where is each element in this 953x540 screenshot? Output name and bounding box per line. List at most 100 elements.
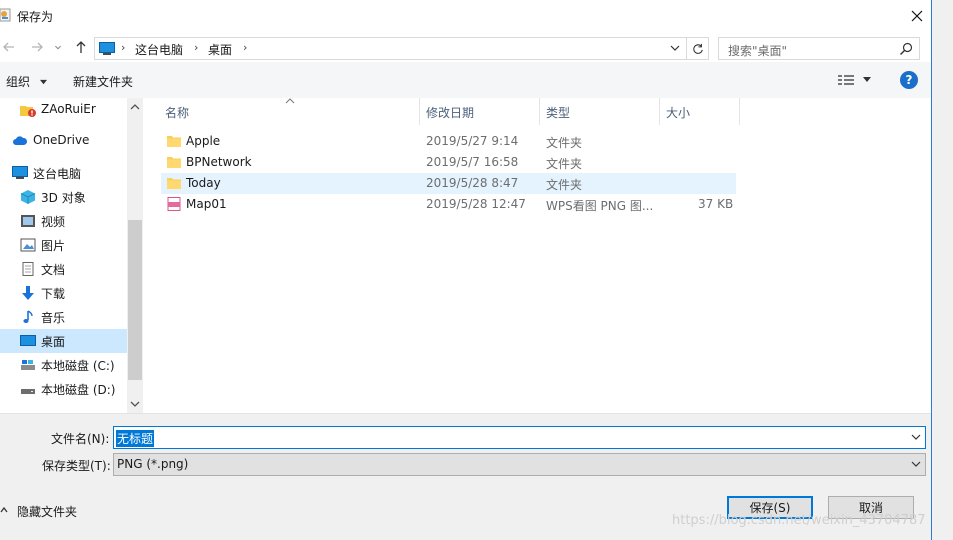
search-icon [900, 42, 913, 55]
chevron-up-icon[interactable] [130, 102, 140, 112]
sidebar-item-pictures[interactable]: 图片 [0, 233, 127, 257]
folder-icon [167, 157, 181, 168]
sidebar-item-onedrive[interactable]: OneDrive [0, 129, 127, 153]
up-button[interactable] [72, 38, 90, 56]
sidebar-item-label: 音乐 [41, 311, 66, 325]
sidebar-item-label: 桌面 [41, 335, 66, 349]
sidebar-item-label: 文档 [41, 263, 66, 277]
user-folder-icon [20, 106, 36, 117]
picture-icon [20, 238, 36, 252]
title-bar: 保存为 [0, 0, 953, 32]
command-bar: 组织 新建文件夹 ? [0, 62, 931, 98]
column-header-label: 修改日期 [426, 106, 475, 120]
column-header-label: 名称 [165, 106, 190, 120]
column-header-label: 类型 [546, 106, 571, 120]
sidebar-item-3d-objects[interactable]: 3D 对象 [0, 185, 127, 209]
sidebar-scrollbar[interactable] [127, 98, 143, 413]
file-name: Today [186, 176, 221, 190]
file-size: 37 KB [698, 197, 734, 211]
view-details-icon[interactable] [838, 74, 854, 86]
filename-input[interactable]: 无标题 [113, 426, 926, 449]
column-header-type[interactable]: 类型 [540, 98, 659, 125]
folder-icon [167, 136, 181, 147]
sidebar-item-label: 本地磁盘 (C:) [41, 359, 115, 373]
column-header-name[interactable]: 名称 [159, 98, 419, 125]
column-header-size[interactable]: 大小 [660, 98, 739, 125]
file-name: Map01 [186, 197, 227, 211]
file-modified: 2019/5/28 8:47 [426, 176, 519, 190]
file-name: BPNetwork [186, 155, 252, 169]
computer-icon [99, 42, 115, 55]
recent-locations-button[interactable] [52, 38, 64, 56]
background-window-edge [931, 0, 953, 540]
sidebar-item-this-pc[interactable]: 这台电脑 [0, 161, 127, 185]
sidebar-item-downloads[interactable]: 下载 [0, 281, 127, 305]
sidebar-item-label: 视频 [41, 215, 66, 229]
sidebar-item-label: 这台电脑 [33, 167, 82, 181]
file-list: 名称 修改日期 类型 大小 Apple 2019/5/27 9:14 文件夹 B… [143, 98, 931, 413]
breadcrumb-this-pc[interactable]: 这台电脑 [135, 41, 183, 58]
file-row[interactable]: BPNetwork 2019/5/7 16:58 文件夹 [161, 152, 736, 173]
column-header-label: 大小 [666, 106, 691, 120]
sidebar-item-label: 本地磁盘 (D:) [41, 383, 116, 397]
sidebar-item-documents[interactable]: 文档 [0, 257, 127, 281]
file-modified: 2019/5/28 12:47 [426, 197, 526, 211]
sidebar-item-label: 3D 对象 [41, 191, 86, 205]
address-bar[interactable]: › 这台电脑 › 桌面 › [94, 37, 687, 60]
sidebar-item-label: 图片 [41, 239, 66, 253]
caret-down-icon [39, 79, 47, 85]
chevron-down-icon[interactable] [670, 42, 680, 54]
chevron-right-icon: › [194, 41, 199, 54]
column-divider[interactable] [739, 98, 740, 125]
chevron-up-icon[interactable] [0, 507, 8, 513]
file-row[interactable]: Apple 2019/5/27 9:14 文件夹 [161, 131, 736, 152]
video-icon [21, 215, 35, 227]
chevron-down-icon[interactable] [911, 433, 921, 441]
chevron-right-icon[interactable]: › [243, 41, 247, 54]
sidebar-item-desktop[interactable]: 桌面 [0, 329, 127, 353]
file-row[interactable]: Today 2019/5/28 8:47 文件夹 [161, 173, 736, 194]
folder-icon [167, 178, 181, 189]
chevron-down-icon [55, 45, 61, 50]
caret-down-icon[interactable] [862, 76, 872, 84]
file-type: 文件夹 [546, 178, 583, 192]
sidebar-item-user[interactable]: ZAoRuiEr [0, 98, 127, 122]
scrollbar-thumb[interactable] [128, 220, 142, 380]
search-input[interactable]: 搜索"桌面" [718, 37, 920, 60]
music-icon [23, 310, 33, 323]
sidebar-item-drive-d[interactable]: 本地磁盘 (D:) [0, 377, 127, 401]
file-type: 文件夹 [546, 136, 583, 150]
hide-folders-button[interactable]: 隐藏文件夹 [17, 503, 77, 520]
breadcrumb-desktop[interactable]: 桌面 [208, 41, 232, 58]
file-name: Apple [186, 134, 221, 148]
arrow-left-icon [3, 42, 14, 52]
filename-value: 无标题 [116, 430, 155, 447]
refresh-button[interactable] [687, 37, 709, 60]
sidebar-item-drive-c[interactable]: 本地磁盘 (C:) [0, 353, 127, 377]
filetype-select[interactable]: PNG (*.png) [113, 453, 926, 476]
watermark-text: https://blog.csdn.net/weixin_43704787 [672, 513, 926, 528]
desktop-icon [20, 335, 36, 346]
file-row[interactable]: Map01 2019/5/28 12:47 WPS看图 PNG 图... 37 … [161, 194, 736, 215]
organize-button[interactable]: 组织 [6, 73, 48, 90]
back-button[interactable] [0, 38, 18, 56]
column-header-modified[interactable]: 修改日期 [420, 98, 539, 125]
forward-button[interactable] [28, 38, 46, 56]
arrow-up-icon [76, 41, 86, 53]
chevron-down-icon [911, 461, 921, 467]
document-icon [22, 262, 34, 276]
navigation-pane: ZAoRuiEr OneDrive 这台电脑 3D 对象 视频 图片 文档 下载… [0, 98, 143, 413]
help-icon[interactable]: ? [900, 71, 918, 89]
chevron-right-icon: › [121, 41, 126, 54]
chevron-down-icon[interactable] [130, 399, 140, 409]
sidebar-item-videos[interactable]: 视频 [0, 209, 127, 233]
sidebar-item-music[interactable]: 音乐 [0, 305, 127, 329]
file-modified: 2019/5/7 16:58 [426, 155, 519, 169]
file-modified: 2019/5/27 9:14 [426, 134, 519, 148]
file-type: WPS看图 PNG 图... [546, 199, 654, 213]
drive-icon [21, 389, 35, 394]
new-folder-button[interactable]: 新建文件夹 [73, 73, 133, 90]
refresh-icon [692, 43, 703, 54]
window-title: 保存为 [17, 10, 54, 24]
app-icon [0, 8, 11, 22]
